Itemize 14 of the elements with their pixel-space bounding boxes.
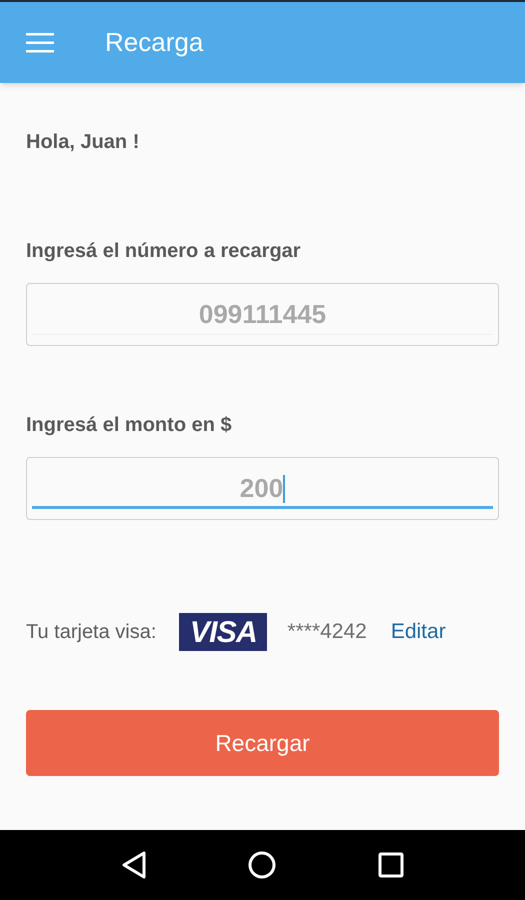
field-label: Ingresá el monto en $: [26, 413, 233, 438]
input-field[interactable]: 099111445: [26, 283, 499, 346]
home-icon[interactable]: [248, 851, 276, 879]
edit-link[interactable]: Editar: [390, 616, 446, 648]
greeting-text: Hola, Juan !: [26, 130, 140, 155]
screen-title: Recarga: [105, 26, 204, 59]
card-logo: VISA: [179, 613, 268, 651]
card-label: Tu tarjeta visa:: [26, 620, 156, 645]
recents-icon[interactable]: [378, 852, 404, 878]
back-icon[interactable]: [120, 851, 147, 879]
input-field[interactable]: 200: [26, 457, 499, 520]
card-number: ****4242: [287, 619, 367, 646]
field-label: Ingresá el número a recargar: [26, 239, 302, 264]
recharge-button[interactable]: Recargar: [26, 710, 499, 776]
